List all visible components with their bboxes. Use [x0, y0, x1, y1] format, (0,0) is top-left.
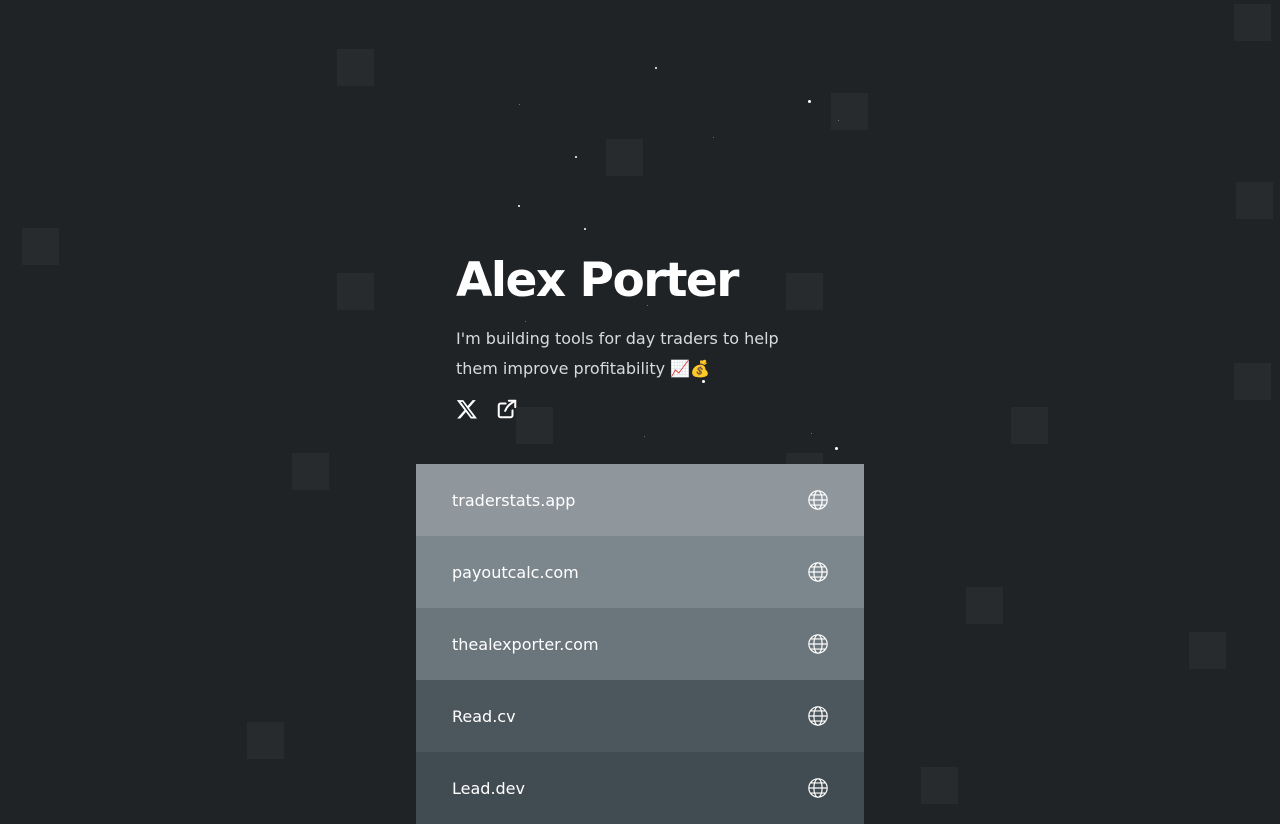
profile-bio: I'm building tools for day traders to he…	[456, 329, 779, 378]
links-list: traderstats.app payoutcalc.com thealexpo…	[416, 464, 864, 824]
bg-square	[337, 273, 374, 310]
bg-square	[1236, 182, 1273, 219]
globe-icon	[808, 490, 828, 510]
link-label: traderstats.app	[452, 490, 576, 510]
star	[575, 156, 577, 158]
globe-icon	[808, 562, 828, 582]
link-readcv[interactable]: Read.cv	[416, 680, 864, 752]
globe-icon	[808, 706, 828, 726]
x-twitter-icon[interactable]	[456, 398, 478, 420]
star	[584, 228, 586, 230]
star	[835, 447, 838, 450]
link-label: thealexporter.com	[452, 634, 599, 654]
bg-square	[337, 49, 374, 86]
bg-square	[22, 228, 59, 265]
star	[655, 67, 657, 69]
bg-square	[292, 453, 329, 490]
link-label: Read.cv	[452, 706, 516, 726]
globe-icon	[808, 778, 828, 798]
link-thealexporter[interactable]: thealexporter.com	[416, 608, 864, 680]
bg-square	[1011, 407, 1048, 444]
bg-square	[1189, 632, 1226, 669]
link-payoutcalc[interactable]: payoutcalc.com	[416, 536, 864, 608]
link-label: payoutcalc.com	[452, 562, 579, 582]
star	[519, 104, 520, 105]
link-leaddev[interactable]: Lead.dev	[416, 752, 864, 824]
bg-square	[606, 139, 643, 176]
bg-square	[831, 93, 868, 130]
star	[713, 137, 714, 138]
profile-name: Alex Porter	[456, 253, 739, 308]
bg-square	[1234, 363, 1271, 400]
star	[644, 436, 645, 437]
bg-square	[921, 767, 958, 804]
star	[518, 205, 520, 207]
external-link-icon[interactable]	[496, 398, 518, 420]
star	[838, 120, 839, 121]
link-traderstats[interactable]: traderstats.app	[416, 464, 864, 536]
bg-square	[966, 587, 1003, 624]
globe-icon	[808, 634, 828, 654]
star	[811, 433, 812, 434]
bg-square	[1234, 4, 1271, 41]
bg-square	[247, 722, 284, 759]
star	[808, 100, 811, 103]
profile-section: Alex Porter I'm building tools for day t…	[456, 252, 836, 420]
link-label: Lead.dev	[452, 778, 525, 798]
social-links	[456, 398, 836, 420]
